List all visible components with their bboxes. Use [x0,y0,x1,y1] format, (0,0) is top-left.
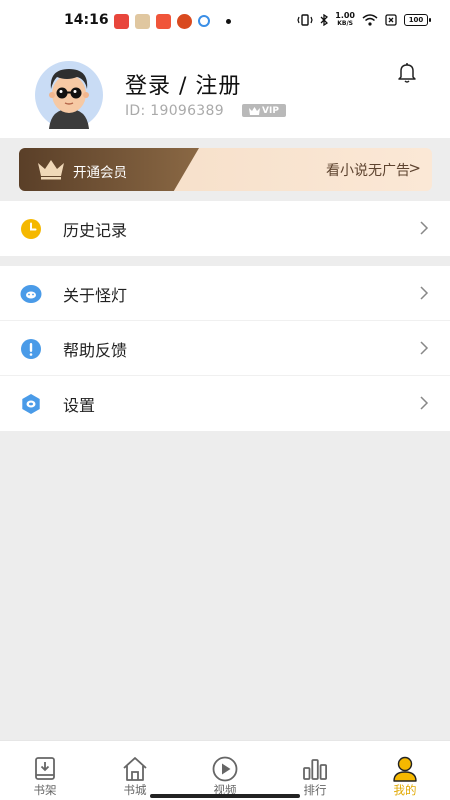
net-speed-unit: KB/S [337,20,353,27]
user-id: ID: 19096389 [125,103,224,119]
help-icon [21,339,41,359]
menu-item-history[interactable]: 历史记录 [0,201,450,256]
net-speed-value: 1.00 [335,11,355,20]
app-notification-icon [156,13,171,29]
network-speed: 1.00 KB/S [335,12,355,28]
profile-header: 登录 / 注册 ID: 19096389 VIP [0,40,450,138]
video-icon [212,756,238,782]
menu-group-settings: 关于怪灯 帮助反馈 设置 [0,266,450,431]
vip-badge: VIP [242,104,286,117]
status-time: 14:16 [64,12,109,28]
tab-bookstore[interactable]: 书城 [100,741,170,800]
chevron-right-icon [420,221,429,235]
tab-profile[interactable]: 我的 [370,741,440,800]
app-notification-icon [198,15,210,27]
notification-apps [114,13,231,29]
vip-promo-text: 看小说无广告 [326,163,410,179]
bookshelf-icon [35,757,55,780]
menu-item-label: 历史记录 [63,221,128,240]
chevron-right-icon [420,341,429,355]
bluetooth-icon [320,14,329,26]
vip-badge-label: VIP [262,105,279,116]
menu-item-label: 设置 [63,396,96,415]
chevron-right-icon: > [408,159,421,177]
vibrate-icon [297,14,313,26]
more-dot-icon [226,18,231,24]
menu-item-label: 关于怪灯 [63,286,128,305]
wifi-icon [362,14,378,26]
vip-open-label: 开通会员 [73,165,127,181]
status-indicators: 1.00 KB/S 100 [297,12,431,28]
clock-icon [21,219,41,239]
vip-membership-banner[interactable]: 开通会员 看小说无广告 > [19,148,432,191]
nav-label: 我的 [393,783,417,797]
info-face-icon [20,285,42,303]
chevron-right-icon [420,286,429,300]
gear-icon [22,394,40,414]
menu-group-history: 历史记录 [0,201,450,256]
bottom-navigation: 书架 书城 视频 排行 我的 [0,740,450,800]
tab-ranking[interactable]: 排行 [280,741,350,800]
avatar[interactable] [27,57,111,129]
tab-bookshelf[interactable]: 书架 [10,741,80,800]
ranking-icon [303,759,328,780]
menu-item-about[interactable]: 关于怪灯 [0,266,450,321]
chevron-right-icon [420,396,429,410]
sim-off-icon [385,14,397,26]
vip-crown-icon [38,160,64,180]
app-notification-icon [177,13,192,29]
battery-level: 100 [408,16,424,24]
status-bar: 14:16 1.00 KB/S 100 [0,0,450,40]
battery-icon: 100 [404,14,431,26]
crown-icon [249,106,261,115]
app-notification-icon [135,13,150,29]
menu-item-help[interactable]: 帮助反馈 [0,321,450,376]
login-register-link[interactable]: 登录 / 注册 [125,68,241,100]
nav-label: 书架 [33,783,57,797]
home-indicator[interactable] [150,794,300,798]
app-notification-icon [114,13,129,29]
bookstore-icon [123,757,147,781]
menu-item-settings[interactable]: 设置 [0,376,450,431]
notification-bell-icon[interactable] [397,62,417,84]
menu-item-label: 帮助反馈 [63,341,128,360]
profile-icon [393,756,417,782]
tab-video[interactable]: 视频 [190,741,260,800]
